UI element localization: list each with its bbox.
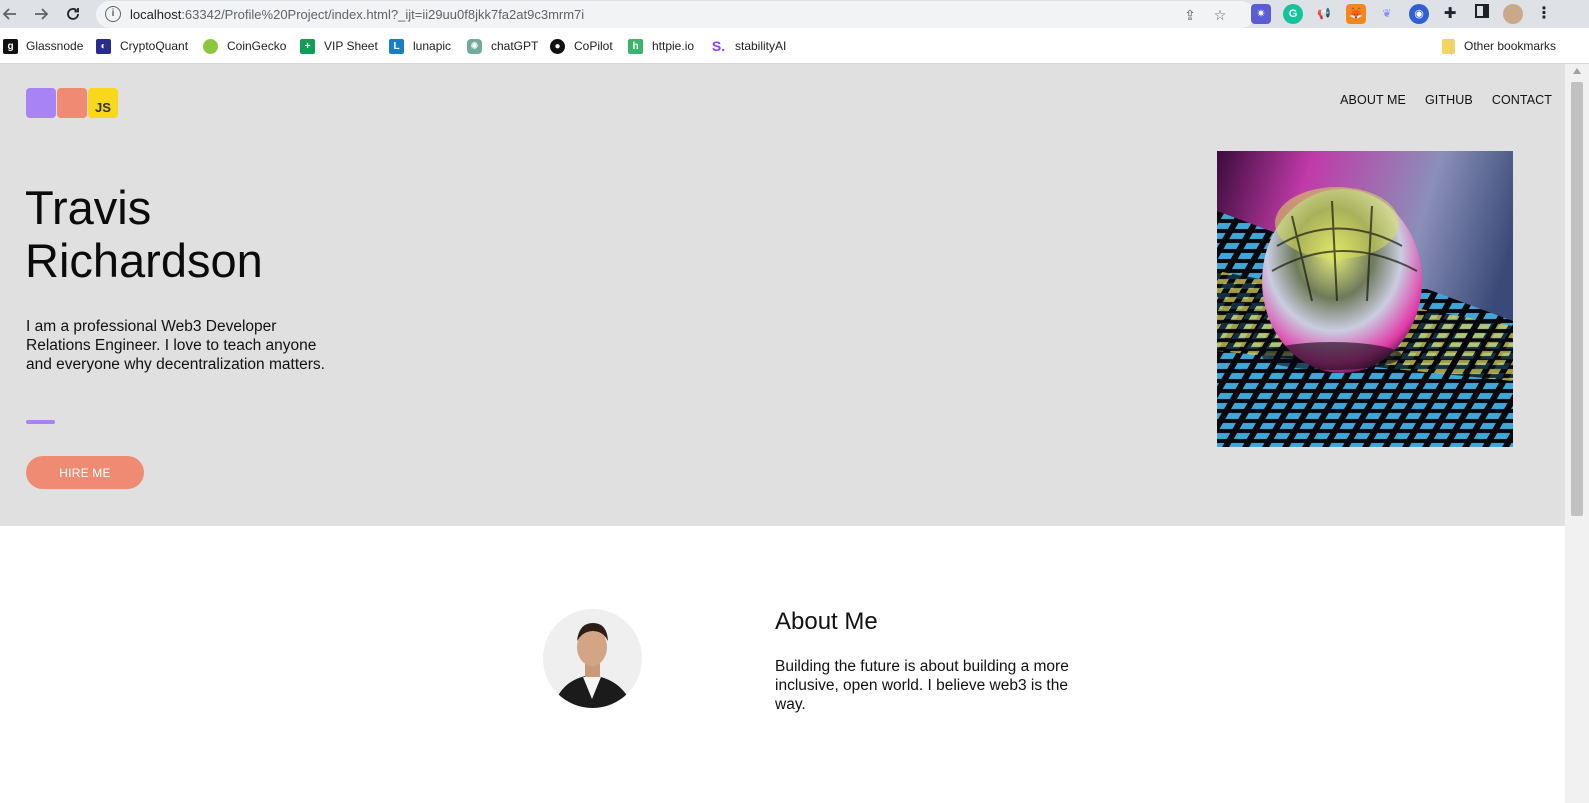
hero-section: JS ABOUT ME GITHUB CONTACT Travis Richar…	[0, 64, 1565, 526]
profile-avatar[interactable]	[1503, 4, 1523, 24]
bookmark-lunapic[interactable]: L lunapic	[389, 38, 451, 54]
bookmark-chatgpt[interactable]: ✺ chatGPT	[467, 38, 538, 54]
extension-bird-icon[interactable]: ❦	[1377, 4, 1397, 24]
bookmark-glassnode[interactable]: g Glassnode	[3, 38, 83, 54]
about-avatar	[543, 609, 642, 708]
hero-description: I am a professional Web3 Developer Relat…	[26, 318, 325, 373]
lunapic-icon: L	[389, 38, 404, 54]
logo-purple-square	[26, 88, 56, 118]
bookmark-httpie[interactable]: h httpie.io	[628, 38, 694, 54]
coingecko-icon	[203, 38, 218, 54]
site-logo[interactable]: JS	[26, 88, 119, 118]
hero-title: Travis Richardson	[25, 181, 263, 287]
extension-compass-icon[interactable]: ◉	[1409, 4, 1429, 24]
url-text[interactable]: localhost:63342/Profile%20Project/index.…	[130, 7, 584, 22]
nav-about-me[interactable]: ABOUT ME	[1340, 93, 1406, 107]
reload-icon	[67, 8, 79, 20]
logo-coral-square	[57, 88, 87, 118]
extension-1-icon[interactable]: ✷	[1251, 4, 1271, 24]
bookmark-stabilityai[interactable]: S. stabilityAI	[711, 38, 786, 54]
page-viewport: JS ABOUT ME GITHUB CONTACT Travis Richar…	[0, 64, 1565, 803]
bookmarks-bar: g Glassnode ◐ CryptoQuant CoinGecko + VI…	[0, 28, 1589, 64]
about-title: About Me	[775, 608, 878, 635]
sheets-icon: +	[300, 38, 315, 54]
side-panel-icon[interactable]	[1472, 4, 1492, 24]
site-info-icon[interactable]: i	[105, 6, 121, 22]
more-menu-icon[interactable]: ⋮	[1534, 4, 1554, 24]
github-icon: ●	[550, 38, 565, 54]
bookmark-star-icon[interactable]: ☆	[1211, 6, 1229, 24]
browser-toolbar: i localhost:63342/Profile%20Project/inde…	[0, 0, 1589, 28]
about-description: Building the future is about building a …	[775, 658, 1069, 713]
grammarly-icon[interactable]: G	[1283, 4, 1303, 24]
scroll-up-arrow-icon[interactable]	[1573, 68, 1581, 74]
bookmark-coingecko[interactable]: CoinGecko	[203, 38, 286, 54]
cryptoquant-icon: ◐	[96, 38, 111, 54]
nav-contact[interactable]: CONTACT	[1492, 93, 1552, 107]
logo-js-square: JS	[88, 88, 118, 118]
bookmark-separator	[1451, 39, 1452, 55]
accent-bar	[26, 420, 55, 424]
bookmark-cryptoquant[interactable]: ◐ CryptoQuant	[96, 38, 188, 54]
other-bookmarks[interactable]: Other bookmarks	[1442, 38, 1556, 54]
nav-github[interactable]: GITHUB	[1425, 93, 1473, 107]
address-bar[interactable]: i localhost:63342/Profile%20Project/inde…	[96, 1, 1255, 28]
crystal-ball-image	[1217, 151, 1513, 447]
httpie-icon: h	[628, 38, 643, 54]
back-arrow-icon	[2, 8, 16, 20]
stabilityai-icon: S.	[711, 37, 726, 54]
chatgpt-icon: ✺	[467, 38, 482, 54]
forward-button[interactable]	[31, 4, 51, 24]
extensions-puzzle-icon[interactable]: ✚	[1440, 4, 1460, 24]
hire-me-button[interactable]: HIRE ME	[26, 456, 144, 489]
glassnode-icon: g	[3, 38, 18, 54]
page-scrollbar[interactable]	[1565, 64, 1589, 803]
reload-button[interactable]	[63, 4, 83, 24]
forward-arrow-icon	[35, 8, 49, 20]
megaphone-icon[interactable]: 📢	[1314, 4, 1334, 24]
bookmark-vip-sheet[interactable]: + VIP Sheet	[300, 38, 378, 54]
metamask-icon[interactable]: 🦊	[1346, 4, 1366, 24]
main-nav: ABOUT ME GITHUB CONTACT	[1321, 93, 1552, 107]
scrollbar-thumb[interactable]	[1571, 82, 1583, 516]
bookmark-copilot[interactable]: ● CoPilot	[550, 38, 613, 54]
share-icon[interactable]: ⇪	[1181, 6, 1199, 24]
back-button[interactable]	[0, 4, 20, 24]
folder-icon	[1442, 38, 1455, 54]
